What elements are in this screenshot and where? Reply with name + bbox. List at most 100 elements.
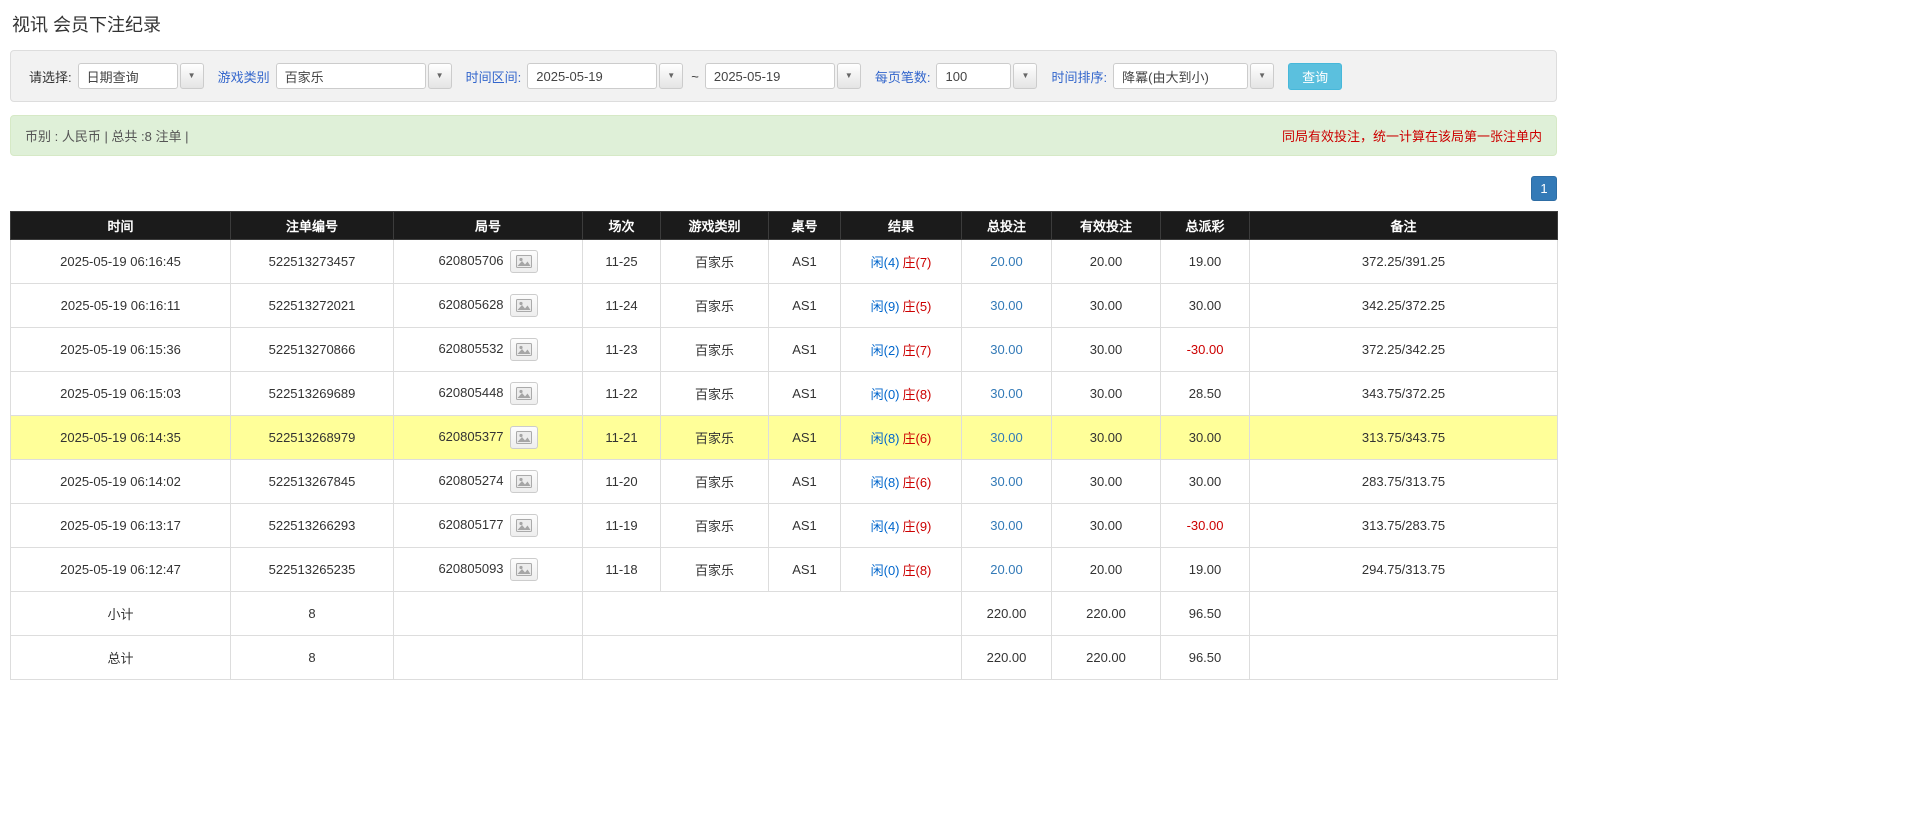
cell-table-number: AS1 <box>768 547 841 592</box>
subtotal-label: 小计 <box>10 591 231 636</box>
page-size-input[interactable] <box>936 63 1012 89</box>
cell-total-bet[interactable]: 20.00 <box>961 547 1052 592</box>
cell-table-number: AS1 <box>768 503 841 548</box>
picture-icon <box>515 299 532 312</box>
sort-order-label: 时间排序: <box>1051 69 1108 85</box>
cell-round: 620805532 <box>393 327 583 372</box>
table-row: 2025-05-19 06:14:35 522513268979 6208053… <box>10 415 1558 460</box>
cell-total-bet[interactable]: 30.00 <box>961 503 1052 548</box>
game-result-button[interactable] <box>509 558 538 581</box>
cell-game-type: 百家乐 <box>660 503 769 548</box>
empty-cell <box>582 635 962 680</box>
picture-icon <box>515 475 532 488</box>
cell-table-number: AS1 <box>768 239 841 284</box>
cell-bet-id: 522513269689 <box>230 371 394 416</box>
round-number: 620805177 <box>438 516 504 532</box>
cell-total-bet[interactable]: 30.00 <box>961 415 1052 460</box>
select-type-dropdown-button[interactable]: ▼ <box>179 63 204 89</box>
page-size-dropdown-button[interactable]: ▼ <box>1013 63 1038 89</box>
cell-payout: 19.00 <box>1160 547 1250 592</box>
result-banker: 庄(7) <box>902 255 932 270</box>
cell-round: 620805177 <box>393 503 583 548</box>
cell-result: 闲(0) 庄(8) <box>840 371 962 416</box>
cell-result: 闲(2) 庄(7) <box>840 327 962 372</box>
result-banker: 庄(7) <box>902 343 932 358</box>
cell-note: 283.75/313.75 <box>1249 459 1558 504</box>
cell-table-number: AS1 <box>768 459 841 504</box>
result-player: 闲(8) <box>870 475 900 490</box>
picture-icon <box>515 343 532 356</box>
cell-game-type: 百家乐 <box>660 239 769 284</box>
cell-result: 闲(4) 庄(7) <box>840 239 962 284</box>
cell-result: 闲(0) 庄(8) <box>840 547 962 592</box>
cell-result: 闲(8) 庄(6) <box>840 415 962 460</box>
game-type-combobox: ▼ <box>275 63 452 89</box>
sort-order-input[interactable] <box>1113 63 1249 89</box>
cell-note: 372.25/342.25 <box>1249 327 1558 372</box>
game-result-button[interactable] <box>509 382 538 405</box>
game-result-button[interactable] <box>509 294 538 317</box>
total-valid-bet: 220.00 <box>1051 635 1161 680</box>
col-header-game-type: 游戏类别 <box>660 211 769 240</box>
cell-table-number: AS1 <box>768 371 841 416</box>
round-number: 620805377 <box>438 428 504 444</box>
cell-time: 2025-05-19 06:16:11 <box>10 283 231 328</box>
select-type-label: 请选择: <box>29 69 72 85</box>
subtotal-valid-bet: 220.00 <box>1051 591 1161 636</box>
date-from-dropdown-button[interactable]: ▼ <box>659 63 684 89</box>
total-payout: 96.50 <box>1160 635 1250 680</box>
cell-total-bet[interactable]: 20.00 <box>961 239 1052 284</box>
game-type-input[interactable] <box>275 63 426 89</box>
game-result-button[interactable] <box>509 470 538 493</box>
picture-icon <box>515 387 532 400</box>
cell-payout: 30.00 <box>1160 283 1250 328</box>
cell-session: 11-25 <box>582 239 661 284</box>
sort-order-dropdown-button[interactable]: ▼ <box>1250 63 1275 89</box>
game-result-button[interactable] <box>509 426 538 449</box>
game-result-button[interactable] <box>509 250 538 273</box>
col-header-round: 局号 <box>393 211 583 240</box>
cell-game-type: 百家乐 <box>660 547 769 592</box>
cell-total-bet[interactable]: 30.00 <box>961 459 1052 504</box>
cell-bet-id: 522513265235 <box>230 547 394 592</box>
cell-valid-bet: 20.00 <box>1051 547 1161 592</box>
cell-total-bet[interactable]: 30.00 <box>961 371 1052 416</box>
cell-total-bet[interactable]: 30.00 <box>961 327 1052 372</box>
result-banker: 庄(5) <box>902 299 932 314</box>
cell-note: 372.25/391.25 <box>1249 239 1558 284</box>
total-total-bet: 220.00 <box>961 635 1052 680</box>
cell-payout: -30.00 <box>1160 503 1250 548</box>
table-row: 2025-05-19 06:15:03 522513269689 6208054… <box>10 371 1558 416</box>
date-to-combobox: ▼ <box>704 63 861 89</box>
subtotal-total-bet: 220.00 <box>961 591 1052 636</box>
cell-total-bet[interactable]: 30.00 <box>961 283 1052 328</box>
cell-valid-bet: 30.00 <box>1051 459 1161 504</box>
picture-icon <box>515 255 532 268</box>
round-number: 620805274 <box>438 472 504 488</box>
cell-valid-bet: 20.00 <box>1051 239 1161 284</box>
date-to-dropdown-button[interactable]: ▼ <box>836 63 861 89</box>
cell-game-type: 百家乐 <box>660 327 769 372</box>
date-from-input[interactable] <box>527 63 658 89</box>
game-result-button[interactable] <box>509 514 538 537</box>
col-header-time: 时间 <box>10 211 231 240</box>
cell-result: 闲(4) 庄(9) <box>840 503 962 548</box>
select-type-input[interactable] <box>77 63 178 89</box>
page-button-1[interactable]: 1 <box>1531 176 1557 201</box>
subtotal-payout: 96.50 <box>1160 591 1250 636</box>
cell-session: 11-22 <box>582 371 661 416</box>
result-player: 闲(2) <box>870 343 900 358</box>
bet-records-table: 时间 注单编号 局号 场次 游戏类别 桌号 结果 总投注 有效投注 总派彩 备注… <box>10 211 1558 680</box>
game-type-dropdown-button[interactable]: ▼ <box>427 63 452 89</box>
cell-time: 2025-05-19 06:14:35 <box>10 415 231 460</box>
cell-note: 343.75/372.25 <box>1249 371 1558 416</box>
date-to-input[interactable] <box>704 63 835 89</box>
result-banker: 庄(6) <box>902 475 932 490</box>
table-row: 2025-05-19 06:16:45 522513273457 6208057… <box>10 239 1558 284</box>
cell-valid-bet: 30.00 <box>1051 371 1161 416</box>
cell-table-number: AS1 <box>768 327 841 372</box>
empty-cell <box>1249 591 1558 636</box>
game-result-button[interactable] <box>509 338 538 361</box>
table-body: 2025-05-19 06:16:45 522513273457 6208057… <box>10 239 1558 592</box>
search-button[interactable]: 查询 <box>1288 62 1343 90</box>
